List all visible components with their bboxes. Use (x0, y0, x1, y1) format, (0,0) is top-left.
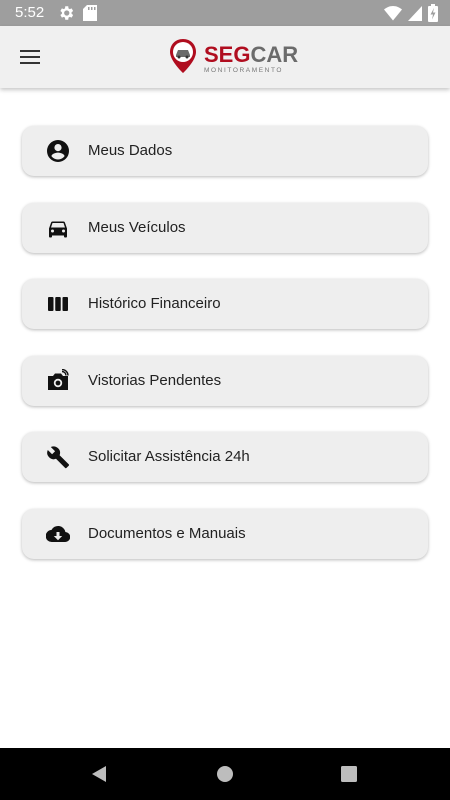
account-circle-icon (47, 140, 69, 162)
menu-hamburger-icon[interactable] (18, 45, 42, 69)
menu-item-meus-veiculos[interactable]: Meus Veículos (22, 202, 428, 253)
wrench-icon (47, 446, 69, 469)
menu-item-historico-financeiro[interactable]: Histórico Financeiro (22, 279, 428, 329)
wifi-icon (384, 6, 402, 21)
logo-brand-car: CAR (250, 42, 299, 67)
main-menu: Meus Dados Meus Veículos Histórico Finan… (22, 126, 428, 585)
columns-icon (48, 297, 68, 311)
logo-brand-seg: SEG (204, 42, 251, 67)
recents-icon[interactable] (338, 763, 360, 785)
menu-item-label: Meus Dados (88, 142, 173, 159)
status-time: 5:52 (15, 4, 45, 21)
home-icon[interactable] (214, 763, 236, 785)
logo-pin-icon (170, 39, 196, 73)
car-icon (49, 221, 67, 237)
app-bar: SEGCAR MONITORAMENTO (0, 26, 450, 88)
menu-item-solicitar-assistencia[interactable]: Solicitar Assistência 24h (22, 432, 428, 482)
menu-item-vistorias-pendentes[interactable]: Vistorias Pendentes (22, 355, 428, 406)
status-bar: 5:52 (0, 0, 450, 26)
logo-tagline: MONITORAMENTO (204, 67, 284, 74)
menu-item-label: Solicitar Assistência 24h (88, 448, 250, 465)
signal-icon (408, 6, 422, 21)
battery-charging-icon (428, 4, 438, 22)
menu-item-label: Documentos e Manuais (88, 524, 246, 542)
settings-gear-icon (60, 6, 74, 20)
segcar-logo: SEGCAR MONITORAMENTO (168, 36, 298, 80)
back-icon[interactable] (88, 763, 110, 785)
menu-item-meus-dados[interactable]: Meus Dados (22, 126, 428, 176)
cloud-download-icon (46, 525, 70, 542)
system-navigation-bar (0, 748, 450, 800)
menu-item-label: Histórico Financeiro (88, 295, 221, 312)
sd-card-icon (83, 5, 97, 21)
menu-item-label: Meus Veículos (88, 218, 186, 236)
menu-item-documentos-manuais[interactable]: Documentos e Manuais (22, 508, 428, 559)
logo-brand: SEGCAR (204, 42, 298, 68)
menu-item-label: Vistorias Pendentes (88, 371, 222, 389)
camera-icon (48, 368, 69, 390)
